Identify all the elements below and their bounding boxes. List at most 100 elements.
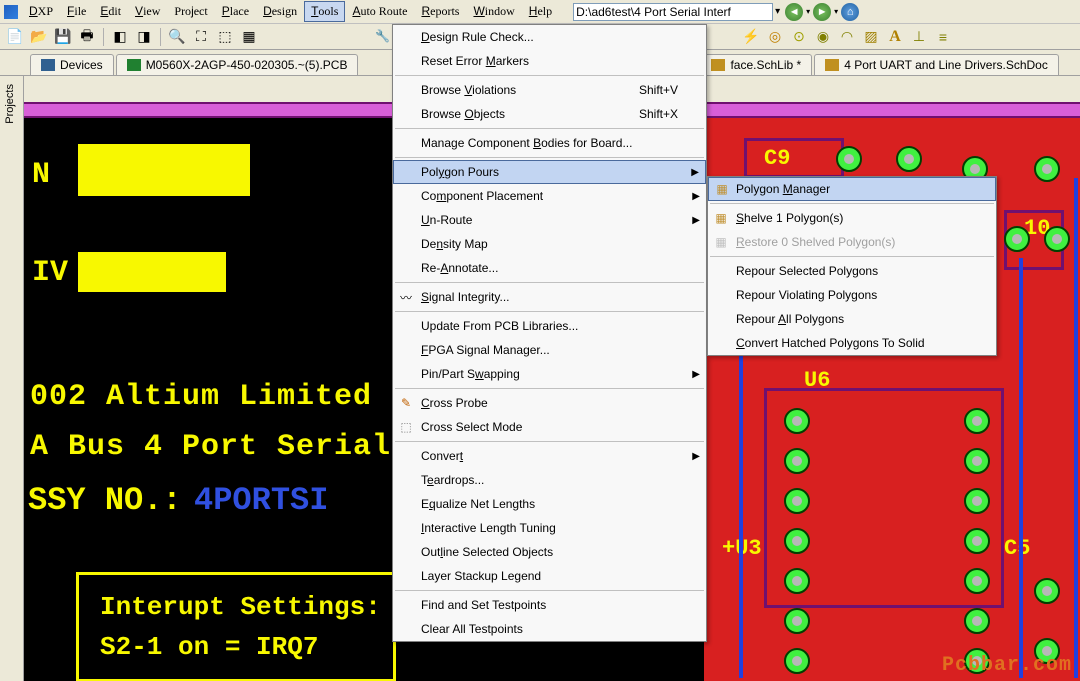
tb-zoom[interactable]: 🔍 xyxy=(166,26,188,48)
menu-item[interactable]: Polygon Pours▶ xyxy=(393,160,706,184)
menu-place[interactable]: Place xyxy=(215,1,256,22)
menu-item-label: Repour All Polygons xyxy=(736,312,844,326)
menu-tools[interactable]: Tools xyxy=(304,1,345,22)
probe-icon: ✎ xyxy=(397,395,415,411)
tb-grid[interactable]: ▦ xyxy=(238,26,260,48)
tab-pcb[interactable]: M0560X-2AGP-450-020305.~(5).PCB xyxy=(116,54,359,75)
tb-via[interactable]: ⊙ xyxy=(788,26,810,48)
menu-item[interactable]: Update From PCB Libraries... xyxy=(393,314,706,338)
pcb-copyright: 002 Altium Limited xyxy=(30,380,372,414)
menu-item[interactable]: Signal Integrity...〰 xyxy=(393,285,706,309)
menu-item[interactable]: Clear All Testpoints xyxy=(393,617,706,641)
menu-item-label: Un-Route xyxy=(421,213,472,227)
path-dropdown-icon[interactable]: ▾ xyxy=(775,6,780,17)
menu-item[interactable]: Interactive Length Tuning xyxy=(393,516,706,540)
menu-item-label: Update From PCB Libraries... xyxy=(421,319,578,333)
tb-layer[interactable]: ≡ xyxy=(932,26,954,48)
menu-reports[interactable]: Reports xyxy=(414,1,466,22)
tb-sel[interactable]: ⬚ xyxy=(214,26,236,48)
menu-item[interactable]: Teardrops... xyxy=(393,468,706,492)
menu-item[interactable]: Browse ViolationsShift+V xyxy=(393,78,706,102)
sch-icon xyxy=(711,59,725,71)
menu-item[interactable]: Un-Route ▶ xyxy=(393,208,706,232)
menu-item-label: Polygon Pours xyxy=(421,165,499,179)
menu-item[interactable]: Reset Error Markers xyxy=(393,49,706,73)
pm-icon: ▦ xyxy=(713,181,731,197)
pcb-infobox xyxy=(76,572,396,681)
menu-item-label: Signal Integrity... xyxy=(421,290,510,304)
menu-item[interactable]: Component Placement▶ xyxy=(393,184,706,208)
menu-dxp[interactable]: DXP xyxy=(22,1,60,22)
pad xyxy=(784,648,810,674)
tab-schdoc[interactable]: 4 Port UART and Line Drivers.SchDoc xyxy=(814,54,1059,75)
shelve-icon: ▦ xyxy=(712,210,730,226)
menu-item[interactable]: Outline Selected Objects xyxy=(393,540,706,564)
menu-file[interactable]: File xyxy=(60,1,93,22)
trace xyxy=(1074,178,1078,678)
nav-home[interactable]: ⌂ xyxy=(841,3,859,21)
tb-fill[interactable]: ▨ xyxy=(860,26,882,48)
tb-save[interactable]: 💾 xyxy=(52,26,74,48)
nav-fwd[interactable]: ► xyxy=(813,3,831,21)
menu-item[interactable]: Layer Stackup Legend xyxy=(393,564,706,588)
menu-item[interactable]: Repour All Polygons xyxy=(708,307,996,331)
tb-open[interactable]: 📂 xyxy=(28,26,50,48)
pad xyxy=(784,408,810,434)
tb-print[interactable]: 🖶 xyxy=(76,26,98,48)
devices-icon xyxy=(41,59,55,71)
menu-item[interactable]: Browse ObjectsShift+X xyxy=(393,102,706,126)
pad xyxy=(784,608,810,634)
menu-project[interactable]: Project xyxy=(167,1,214,22)
path-field[interactable]: D:\ad6test\4 Port Serial Interf xyxy=(573,3,773,21)
tb-pad[interactable]: ◉ xyxy=(812,26,834,48)
nav-back-drop[interactable]: ▾ xyxy=(806,7,810,16)
menu-item-label: FPGA Signal Manager... xyxy=(421,343,550,357)
tb-ring[interactable]: ◎ xyxy=(764,26,786,48)
menu-view[interactable]: View xyxy=(128,1,167,22)
tools-menu: 🔧 Design Rule Check...Reset Error Marker… xyxy=(392,24,707,642)
menu-item[interactable]: Manage Component Bodies for Board... xyxy=(393,131,706,155)
menu-item[interactable]: Cross Probe✎ xyxy=(393,391,706,415)
tab-label: M0560X-2AGP-450-020305.~(5).PCB xyxy=(146,58,348,72)
sidebar-projects[interactable]: Projects xyxy=(0,76,20,132)
silk xyxy=(744,138,844,178)
tab-label: Devices xyxy=(60,58,103,72)
menu-item[interactable]: Re-Annotate... xyxy=(393,256,706,280)
tb-dim[interactable]: ⊥ xyxy=(908,26,930,48)
menu-item[interactable]: Repour Selected Polygons xyxy=(708,259,996,283)
menu-design[interactable]: Design xyxy=(256,1,304,22)
nav-back[interactable]: ◄ xyxy=(785,3,803,21)
menu-autoroute[interactable]: Auto Route xyxy=(345,1,414,22)
tb-bolt[interactable]: ⚡ xyxy=(740,26,762,48)
menu-item[interactable]: Shelve 1 Polygon(s)▦ xyxy=(708,206,996,230)
pad xyxy=(1044,226,1070,252)
menu-item-label: Manage Component Bodies for Board... xyxy=(421,136,632,150)
tb-arc[interactable]: ◠ xyxy=(836,26,858,48)
menu-item[interactable]: Cross Select Mode⬚ xyxy=(393,415,706,439)
menu-item[interactable]: Equalize Net Lengths xyxy=(393,492,706,516)
tb-text[interactable]: A xyxy=(884,26,906,48)
tab-devices[interactable]: Devices xyxy=(30,54,114,75)
tb-stack[interactable]: ◧ xyxy=(109,26,131,48)
menu-item[interactable]: Convert▶ xyxy=(393,444,706,468)
menu-item[interactable]: Density Map xyxy=(393,232,706,256)
tb-new[interactable]: 📄 xyxy=(4,26,26,48)
menu-item[interactable]: Convert Hatched Polygons To Solid xyxy=(708,331,996,355)
menu-help[interactable]: Help xyxy=(522,1,559,22)
tb-stack2[interactable]: ◨ xyxy=(133,26,155,48)
tb-fit[interactable]: ⛶ xyxy=(190,26,212,48)
menu-item[interactable]: Repour Violating Polygons xyxy=(708,283,996,307)
menu-window[interactable]: Window xyxy=(466,1,521,22)
submenu-arrow-icon: ▶ xyxy=(692,215,700,226)
tab-schlib[interactable]: face.SchLib * xyxy=(700,54,812,75)
menu-edit[interactable]: Edit xyxy=(93,1,128,22)
nav-fwd-drop[interactable]: ▾ xyxy=(834,7,838,16)
menu-item[interactable]: Polygon Manager▦ xyxy=(708,177,996,201)
pcb-assy: SSY NO.: xyxy=(28,482,182,519)
menu-item[interactable]: Design Rule Check... xyxy=(393,25,706,49)
menu-item[interactable]: Pin/Part Swapping▶ xyxy=(393,362,706,386)
menu-item[interactable]: FPGA Signal Manager... xyxy=(393,338,706,362)
pad xyxy=(964,408,990,434)
trace xyxy=(1019,258,1023,678)
menu-item[interactable]: Find and Set Testpoints xyxy=(393,593,706,617)
